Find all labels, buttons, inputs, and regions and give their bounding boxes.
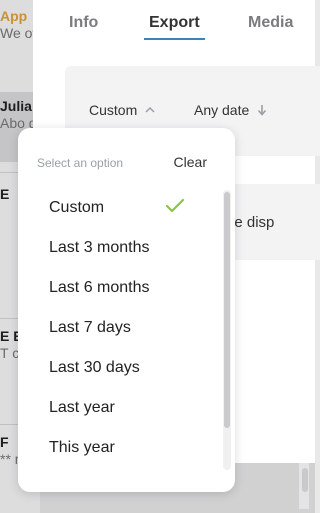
period-filter[interactable]: Custom <box>89 102 155 118</box>
tab-export[interactable]: Export <box>149 14 200 32</box>
dropdown-header: Select an option Clear <box>18 128 235 170</box>
option-last-30-days[interactable]: Last 30 days <box>49 359 140 377</box>
date-range-dropdown: Select an option Clear Custom Last 3 mon… <box>18 128 235 492</box>
dropdown-scrollbar-thumb[interactable] <box>224 192 230 428</box>
check-icon <box>165 198 185 213</box>
tab-info[interactable]: Info <box>69 14 98 32</box>
clear-button[interactable]: Clear <box>174 154 207 170</box>
option-last-3-months[interactable]: Last 3 months <box>49 239 150 257</box>
period-filter-label: Custom <box>89 102 138 118</box>
scrollbar-thumb[interactable] <box>302 468 308 492</box>
option-custom[interactable]: Custom <box>49 199 104 217</box>
active-tab-indicator <box>144 38 205 40</box>
dropdown-placeholder: Select an option <box>37 156 124 170</box>
chevron-up-icon <box>145 106 155 113</box>
option-last-7-days[interactable]: Last 7 days <box>49 319 131 337</box>
arrow-down-icon <box>258 105 267 116</box>
tab-media[interactable]: Media <box>248 14 293 32</box>
option-this-year[interactable]: This year <box>49 439 115 457</box>
date-filter-label: Any date <box>194 102 250 118</box>
tab-bar: Info Export Media <box>33 0 315 44</box>
option-last-6-months[interactable]: Last 6 months <box>49 279 150 297</box>
option-last-year[interactable]: Last year <box>49 399 115 417</box>
date-filter[interactable]: Any date <box>194 102 267 118</box>
